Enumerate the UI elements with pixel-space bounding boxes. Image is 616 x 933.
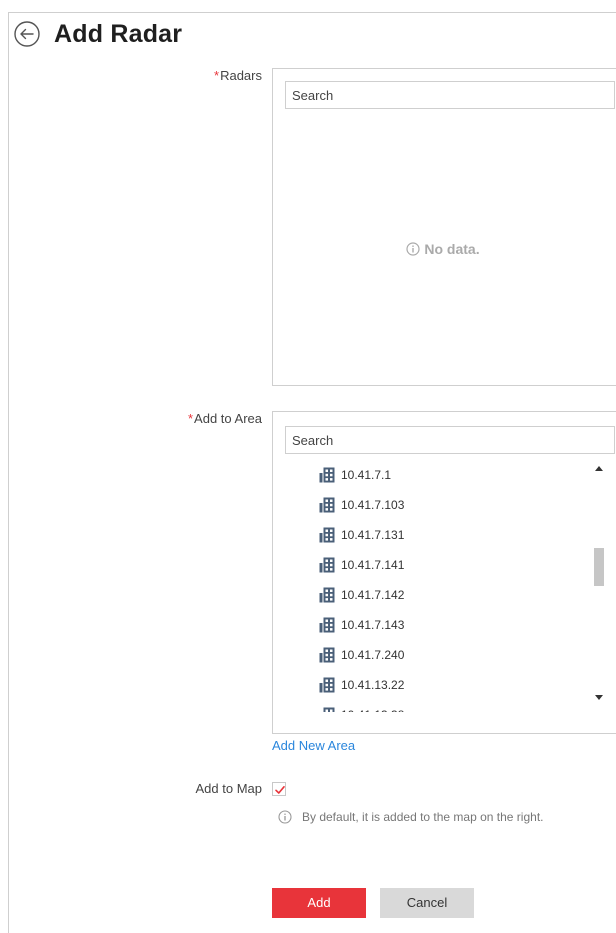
area-tree-item-label: 10.41.13.22 <box>341 678 405 692</box>
area-tree-item[interactable]: 10.41.7.142 <box>273 580 591 610</box>
map-hint: By default, it is added to the map on th… <box>278 810 543 824</box>
area-tree-item-label: 10.41.7.141 <box>341 558 405 572</box>
building-icon <box>319 647 335 663</box>
radars-panel: No data. <box>272 68 616 386</box>
info-icon <box>278 810 292 824</box>
radars-label-text: Radars <box>220 68 262 83</box>
area-label-text: Add to Area <box>194 411 262 426</box>
area-tree-item[interactable]: 10.41.13.38 <box>273 700 591 712</box>
scroll-thumb[interactable] <box>594 548 604 587</box>
scroll-down-arrow-icon[interactable] <box>595 695 603 700</box>
area-tree-item-label: 10.41.7.143 <box>341 618 405 632</box>
radars-empty-state: No data. <box>273 241 613 257</box>
page-title: Add Radar <box>54 19 183 48</box>
required-mark: * <box>187 411 194 426</box>
building-icon <box>319 587 335 603</box>
building-icon <box>319 557 335 573</box>
area-tree-item[interactable]: 10.41.13.22 <box>273 670 591 700</box>
area-tree-item-label: 10.41.13.38 <box>341 708 404 712</box>
header: Add Radar <box>12 16 182 52</box>
info-icon <box>406 242 420 256</box>
building-icon <box>323 707 335 712</box>
add-to-map-checkbox[interactable] <box>272 782 286 796</box>
back-arrow-icon[interactable] <box>12 19 42 49</box>
area-tree-item-label: 10.41.7.1 <box>341 468 392 482</box>
area-search-input[interactable] <box>285 426 615 454</box>
map-hint-text: By default, it is added to the map on th… <box>302 810 544 824</box>
area-tree-item[interactable]: 10.41.7.1 <box>273 460 591 490</box>
area-tree: 10.41.7.1 10.41.7.103 10.41.7.131 10.41.7.1… <box>273 460 591 712</box>
building-icon <box>319 497 335 513</box>
area-tree-item-label: 10.41.7.142 <box>341 588 405 602</box>
area-panel: 10.41.7.1 10.41.7.103 10.41.7.131 10.41.7.1… <box>272 411 616 734</box>
required-mark: * <box>214 68 220 83</box>
building-icon <box>319 677 335 693</box>
area-tree-item[interactable]: 10.41.7.131 <box>273 520 591 550</box>
building-icon <box>319 527 335 543</box>
add-button[interactable]: Add <box>272 888 366 918</box>
radars-search-input[interactable] <box>285 81 615 109</box>
area-scrollbar[interactable] <box>591 460 607 712</box>
map-label: Add to Map <box>195 781 263 796</box>
checkmark-icon <box>275 786 285 794</box>
scroll-up-arrow-icon[interactable] <box>595 466 603 471</box>
area-tree-item[interactable]: 10.41.7.240 <box>273 640 591 670</box>
radars-label: *Radars <box>62 68 262 83</box>
area-tree-item[interactable]: 10.41.7.141 <box>273 550 591 580</box>
area-tree-item[interactable]: 10.41.7.103 <box>273 490 591 520</box>
empty-text: No data. <box>424 241 480 257</box>
area-label: *Add to Area <box>62 411 262 426</box>
area-tree-item-label: 10.41.7.103 <box>341 498 405 512</box>
cancel-button[interactable]: Cancel <box>380 888 474 918</box>
area-tree-item-label: 10.41.7.240 <box>341 648 405 662</box>
area-tree-item-label: 10.41.7.131 <box>341 528 405 542</box>
building-icon <box>319 617 335 633</box>
building-icon <box>319 467 335 483</box>
area-tree-item[interactable]: 10.41.7.143 <box>273 610 591 640</box>
add-new-area-link[interactable]: Add New Area <box>272 738 355 753</box>
